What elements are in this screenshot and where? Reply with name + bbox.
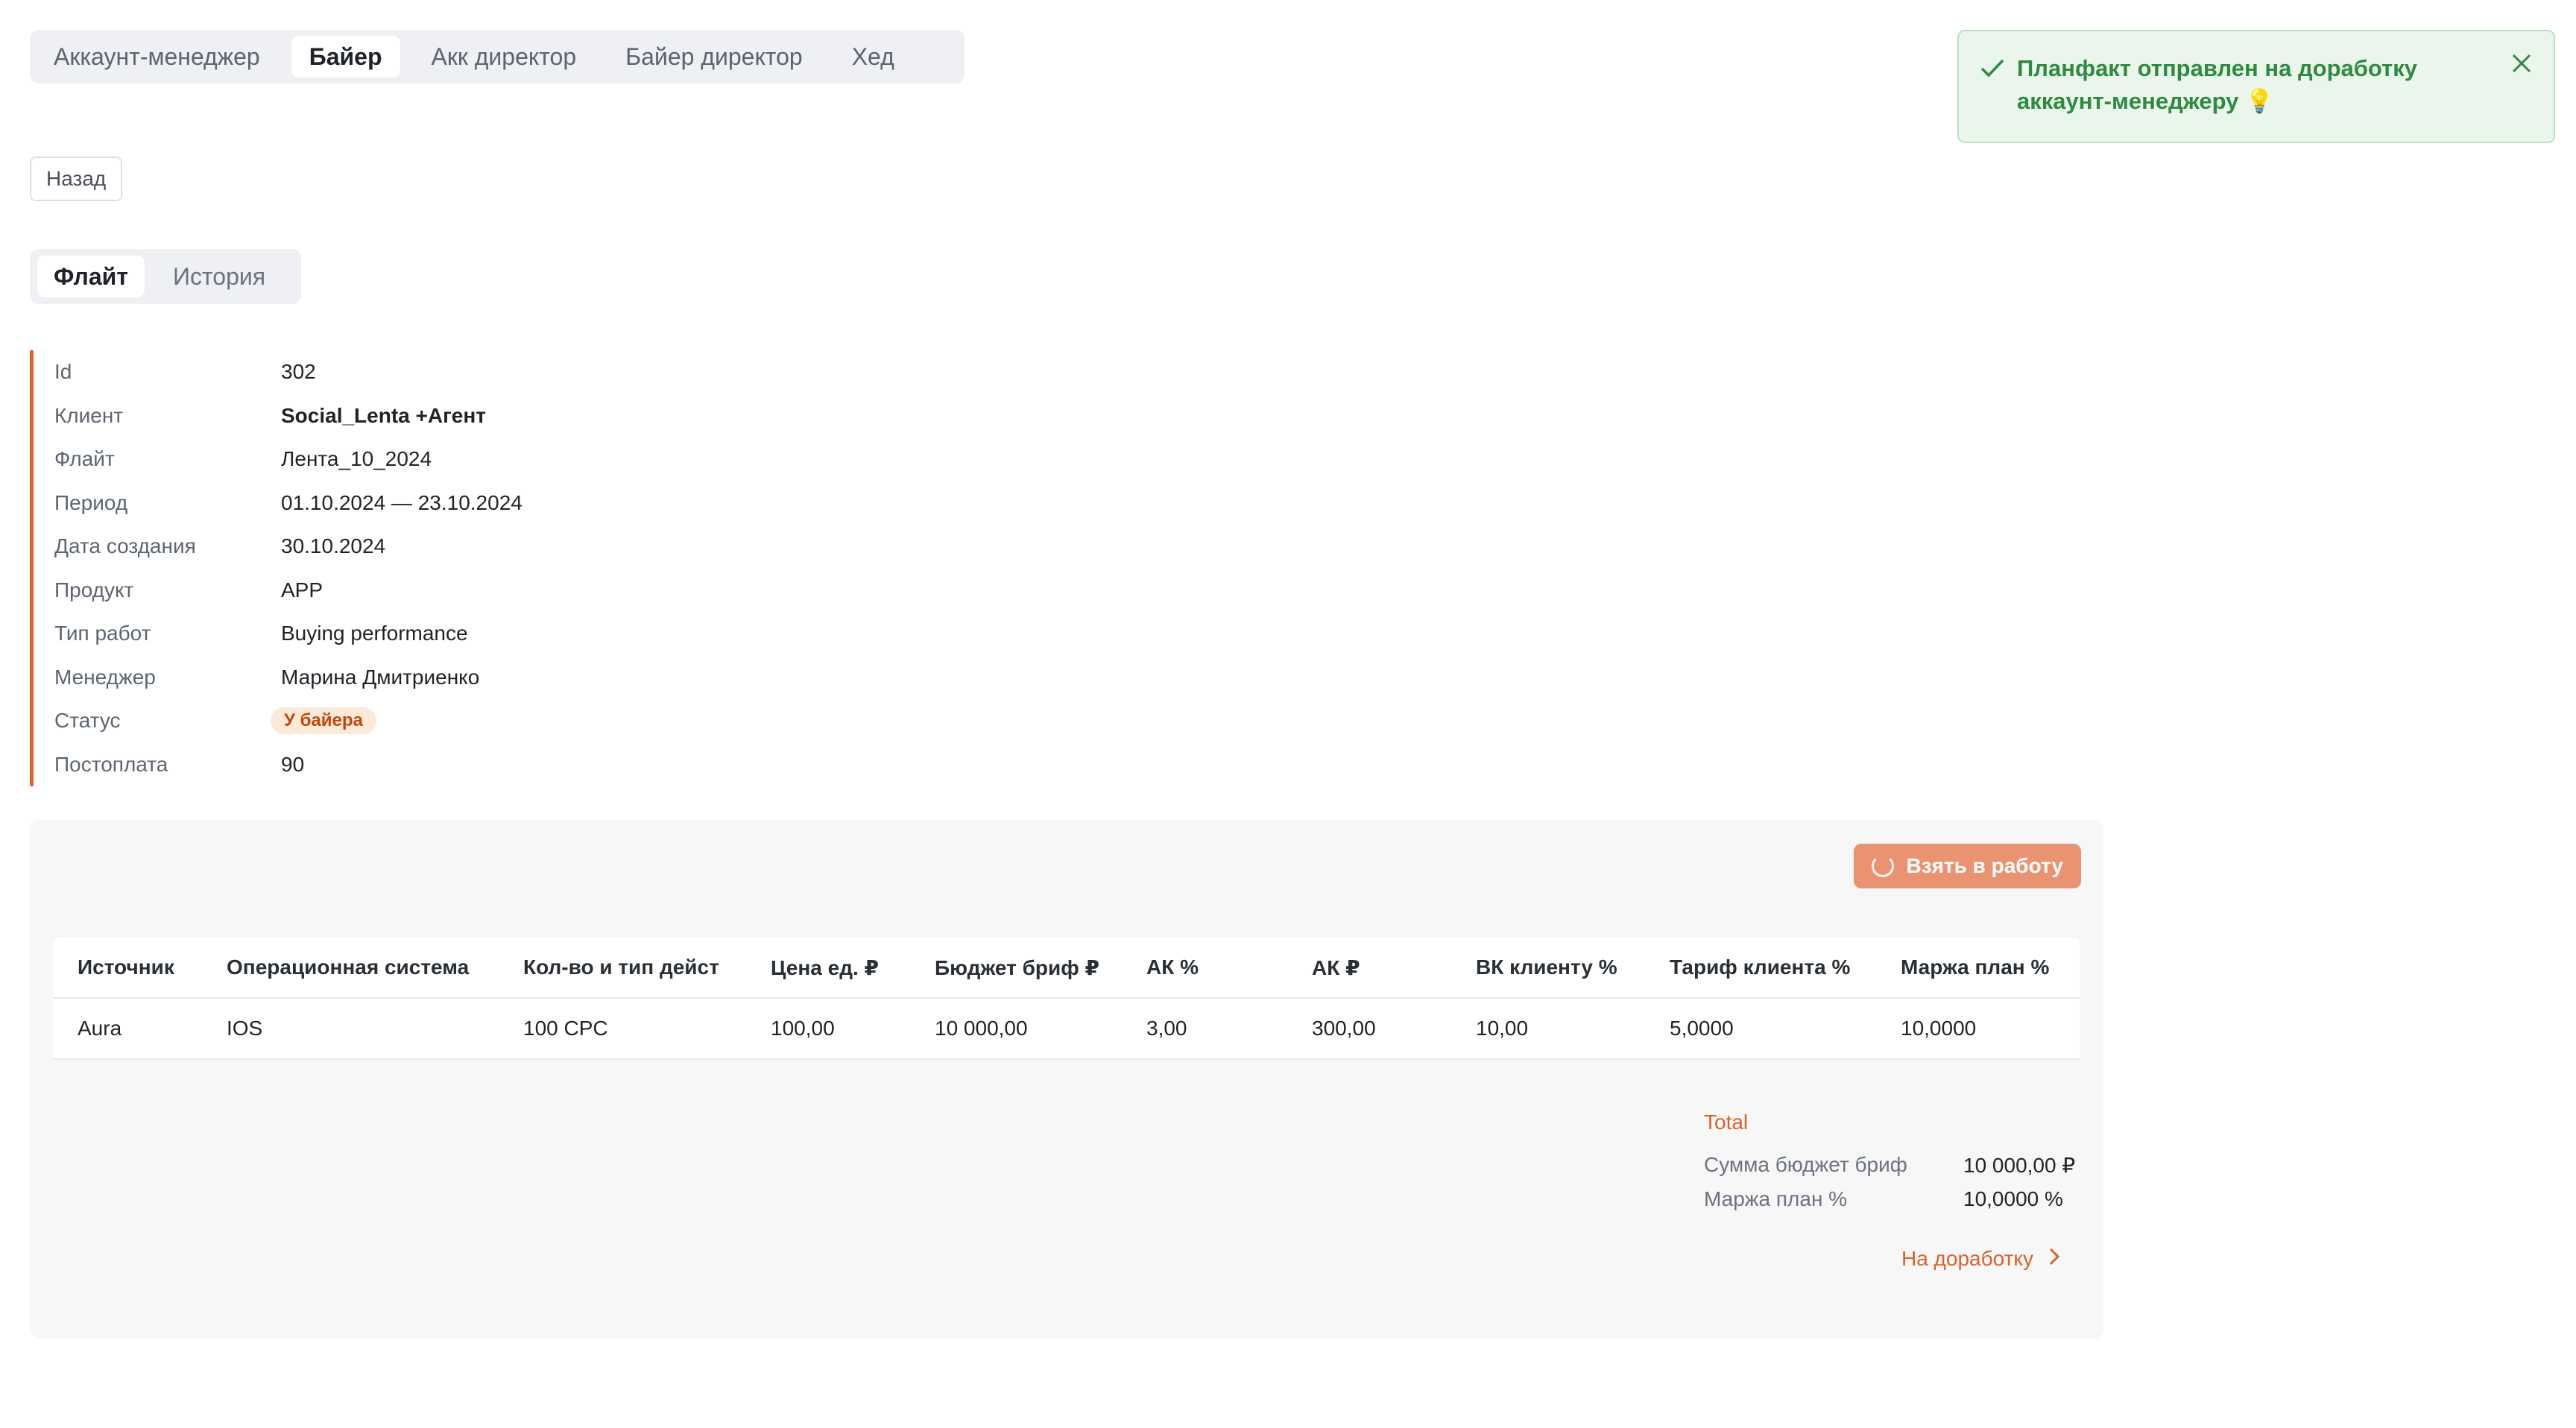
totals: Total Сумма бюджет бриф 10 000,00 ₽ Марж…	[1704, 1111, 2092, 1216]
close-icon[interactable]	[2509, 51, 2534, 80]
check-icon	[1978, 54, 2007, 86]
rework-link[interactable]: На доработку	[1901, 1245, 2062, 1272]
cell-budget: 10 000,00	[935, 1017, 1028, 1040]
col-client-tariff[interactable]: Тариф клиента %	[1646, 955, 1877, 979]
col-os[interactable]: Операционная система	[203, 955, 499, 979]
info-row-postpay: Постоплата 90	[54, 743, 701, 787]
info-row-worktype: Тип работ Buying performance	[54, 612, 701, 656]
manager-label: Менеджер	[54, 665, 156, 689]
totals-budget-value: 10 000,00 ₽	[1963, 1153, 2076, 1177]
take-to-work-button[interactable]: Взять в работу	[1854, 844, 2081, 888]
id-value: 302	[281, 360, 316, 384]
info-row-manager: Менеджер Марина Дмитриенко	[54, 656, 701, 700]
take-to-work-label: Взять в работу	[1906, 854, 2063, 877]
tab-history[interactable]: История	[157, 256, 282, 297]
status-label: Статус	[54, 709, 121, 733]
cell-ak-percent: 3,00	[1146, 1017, 1187, 1040]
col-action-count[interactable]: Кол-во и тип дейст	[499, 955, 747, 979]
info-row-product: Продукт APP	[54, 569, 701, 613]
tab-head[interactable]: Хед	[834, 36, 912, 78]
postpay-label: Постоплата	[54, 752, 168, 776]
info-row-id: Id 302	[54, 350, 701, 394]
planfact-panel: Взять в работу Источник Операционная сис…	[30, 820, 2103, 1339]
flight-info: Id 302 Клиент Social_Lenta +Агент Флайт …	[30, 350, 701, 786]
info-row-period: Период 01.10.2024 — 23.10.2024	[54, 481, 701, 525]
success-toast: Планфакт отправлен на доработку аккаунт-…	[1957, 30, 2555, 143]
page: Аккаунт-менеджер Байер Акк директор Байе…	[0, 0, 2576, 1428]
info-row-client: Клиент Social_Lenta +Агент	[54, 394, 701, 438]
col-source[interactable]: Источник	[54, 955, 203, 979]
col-ak-percent[interactable]: АК %	[1123, 955, 1288, 979]
chevron-right-icon	[2047, 1245, 2062, 1272]
tab-flight[interactable]: Флайт	[37, 256, 145, 297]
planfact-table: Источник Операционная система Кол-во и т…	[54, 938, 2080, 1060]
toast-line-1: Планфакт отправлен на доработку	[2017, 55, 2417, 81]
tab-account-director[interactable]: Акк директор	[414, 36, 595, 78]
table-row: Aura IOS 100 CPC 100,00 10 000,00 3,00 3…	[54, 999, 2080, 1060]
table-header-row: Источник Операционная система Кол-во и т…	[54, 938, 2080, 999]
totals-budget-row: Сумма бюджет бриф 10 000,00 ₽	[1704, 1148, 2092, 1182]
toast-line-2: аккаунт-менеджеру 💡	[2017, 88, 2274, 114]
cell-margin-plan: 10,0000	[1901, 1017, 1977, 1040]
flight-label: Флайт	[54, 447, 115, 471]
cell-ak-rub: 300,00	[1312, 1017, 1376, 1040]
col-vk-percent[interactable]: ВК клиенту %	[1452, 955, 1646, 979]
totals-margin-row: Маржа план % 10,0000 %	[1704, 1182, 2092, 1216]
col-budget[interactable]: Бюджет бриф ₽	[911, 955, 1123, 980]
product-value: APP	[281, 578, 323, 601]
col-margin-plan[interactable]: Маржа план %	[1877, 955, 2080, 979]
manager-value: Марина Дмитриенко	[281, 665, 480, 689]
worktype-label: Тип работ	[54, 622, 151, 645]
info-row-created: Дата создания 30.10.2024	[54, 525, 701, 569]
product-label: Продукт	[54, 578, 134, 601]
worktype-value: Buying performance	[281, 622, 468, 645]
postpay-value: 90	[281, 752, 305, 776]
col-ak-rub[interactable]: АК ₽	[1288, 955, 1452, 980]
cell-source: Aura	[78, 1017, 122, 1040]
totals-title: Total	[1704, 1111, 1749, 1134]
totals-budget-label: Сумма бюджет бриф	[1704, 1153, 1907, 1176]
rework-label: На доработку	[1901, 1246, 2033, 1270]
toast-message: Планфакт отправлен на доработку аккаунт-…	[2017, 52, 2479, 118]
spinner-icon	[1872, 855, 1895, 877]
flight-value: Лента_10_2024	[281, 447, 432, 471]
period-value: 01.10.2024 — 23.10.2024	[281, 490, 523, 514]
tab-account-manager[interactable]: Аккаунт-менеджер	[36, 36, 278, 78]
client-value: Social_Lenta +Агент	[281, 403, 486, 427]
status-value-wrap: У байера	[271, 707, 376, 735]
cell-action-count: 100 CPC	[523, 1017, 608, 1040]
status-badge: У байера	[271, 707, 376, 735]
info-row-flight: Флайт Лента_10_2024	[54, 437, 701, 481]
back-button[interactable]: Назад	[30, 157, 123, 201]
created-label: Дата создания	[54, 534, 196, 558]
cell-os: IOS	[227, 1017, 263, 1040]
info-row-status: Статус У байера	[54, 699, 701, 743]
cell-unit-price: 100,00	[771, 1017, 835, 1040]
tab-buyer[interactable]: Байер	[291, 36, 400, 78]
tab-buyer-director[interactable]: Байер директор	[607, 36, 821, 78]
flight-tabs: Флайт История	[30, 249, 301, 304]
totals-margin-value: 10,0000 %	[1963, 1187, 2063, 1210]
role-tabs: Аккаунт-менеджер Байер Акк директор Байе…	[30, 30, 965, 83]
totals-margin-label: Маржа план %	[1704, 1187, 1848, 1210]
cell-vk-percent: 10,00	[1476, 1017, 1529, 1040]
period-label: Период	[54, 490, 128, 514]
col-unit-price[interactable]: Цена ед. ₽	[747, 955, 911, 980]
client-label: Клиент	[54, 403, 124, 427]
created-value: 30.10.2024	[281, 534, 386, 558]
id-label: Id	[54, 360, 72, 384]
cell-client-tariff: 5,0000	[1670, 1017, 1734, 1040]
